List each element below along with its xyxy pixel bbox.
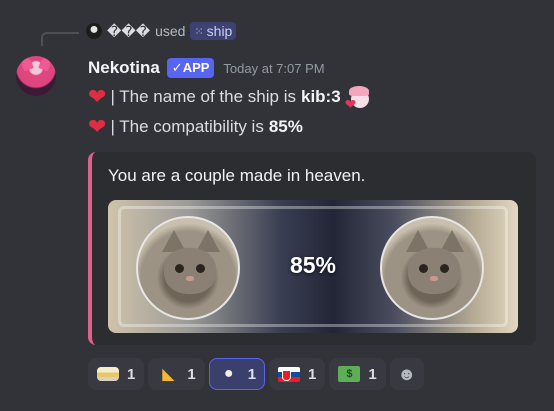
avatar-ear (38, 56, 52, 72)
command-chip[interactable]: ⁙ ship (190, 22, 237, 40)
reaction-count: 1 (127, 365, 136, 383)
app-command-icon: ⁙ (194, 25, 204, 38)
reaction-bar: 1 ◣ 1 ● 1 1 $ 1 ☻ (88, 357, 424, 391)
avatar-ear (20, 56, 34, 72)
message-header: Nekotina ✓APP Today at 7:07 PM (88, 56, 325, 80)
add-reaction-smiley-icon: ☻ (397, 363, 417, 384)
author-avatar[interactable] (16, 56, 56, 96)
reply-spine (41, 32, 79, 46)
compatibility-value: 85% (268, 117, 303, 136)
ship-image[interactable]: 85% (108, 200, 518, 333)
reaction-count: 1 (247, 365, 257, 383)
message-line-ship-name: ❤ | The name of the ship is kib:3 ❤ (88, 84, 373, 112)
reaction-butter[interactable]: 1 (88, 358, 145, 390)
ship-name-value: kib:3 (300, 87, 341, 106)
red-heart-icon: ❤ (88, 114, 107, 139)
reaction-money-with-wings[interactable]: $ 1 (329, 358, 386, 390)
reply-used-text: used (155, 23, 186, 39)
red-heart-icon: ❤ (88, 84, 107, 109)
author-name[interactable]: Nekotina (88, 58, 160, 78)
message-timestamp[interactable]: Today at 7:07 PM (223, 61, 324, 76)
embed-title: You are a couple made in heaven. (108, 166, 366, 185)
reaction-count: 1 (368, 365, 377, 383)
cheese-icon: ◣ (162, 366, 175, 383)
garlic-icon: ● (223, 365, 234, 382)
message-line-compatibility: ❤ | The compatibility is 85% (88, 114, 303, 140)
reaction-garlic[interactable]: ● 1 (208, 358, 266, 390)
reply-user-avatar[interactable] (86, 23, 102, 39)
reaction-count: 1 (308, 365, 317, 383)
reply-username[interactable]: ��� (107, 23, 150, 40)
command-reply[interactable]: ��� used ⁙ ship (86, 21, 237, 41)
reaction-cheese[interactable]: ◣ 1 (148, 358, 205, 390)
ship-embed: You are a couple made in heaven. 85% (88, 152, 536, 345)
add-reaction-button[interactable]: ☻ (389, 358, 424, 390)
money-with-wings-icon: $ (338, 366, 361, 382)
compatibility-text: | The compatibility is (110, 117, 264, 136)
app-badge: ✓APP (166, 58, 215, 78)
flag-slovakia-icon (278, 366, 301, 382)
reaction-flag-slovakia[interactable]: 1 (269, 358, 326, 390)
right-user-avatar (380, 216, 484, 320)
reaction-count: 1 (187, 365, 196, 383)
butter-icon (97, 367, 119, 381)
ship-name-text: | The name of the ship is (110, 87, 296, 106)
command-name: ship (206, 23, 233, 39)
anime-heart-emoji-icon: ❤ (345, 84, 373, 112)
